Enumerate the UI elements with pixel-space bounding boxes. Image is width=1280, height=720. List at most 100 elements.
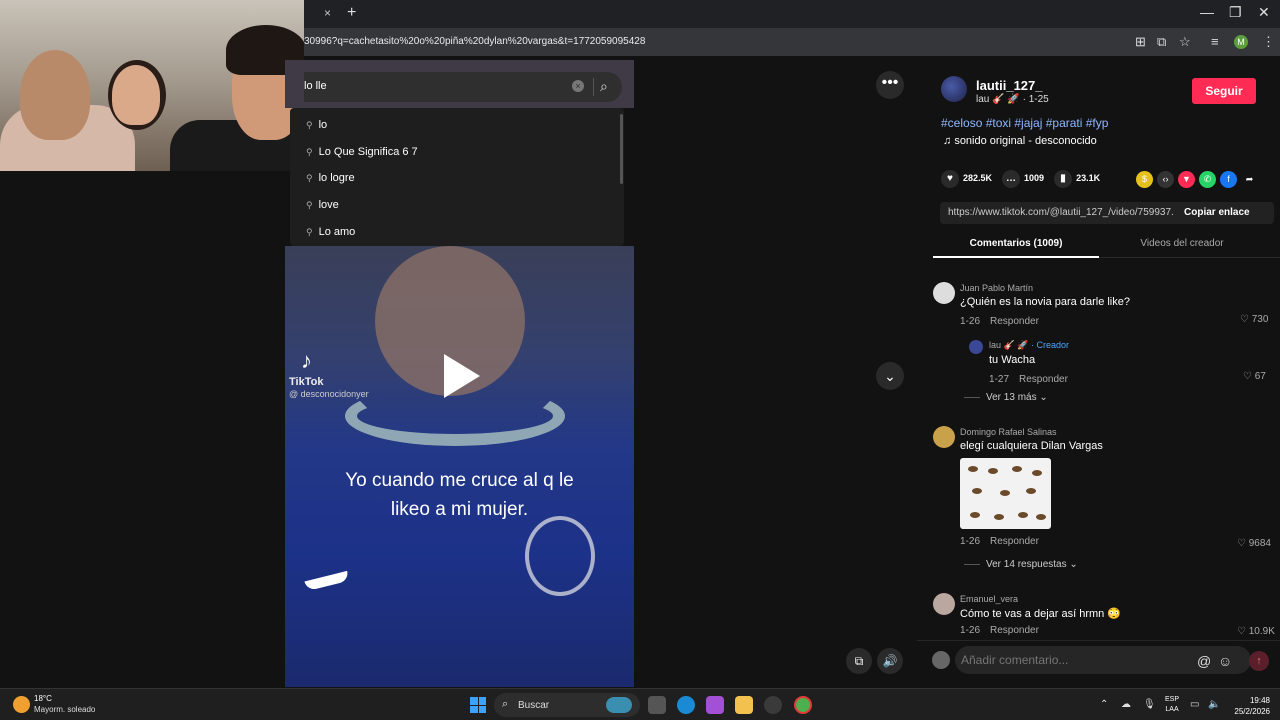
view-more-replies[interactable]: Ver 13 más ⌄ [964,392,1048,403]
send-comment-button[interactable]: ↑ [1249,651,1269,671]
commenter-avatar[interactable] [933,282,955,304]
share-arrow-icon[interactable]: ➦ [1241,171,1258,188]
search-icon[interactable]: ⌕ [600,78,608,95]
music-info[interactable]: ♫ sonido original - desconocido [943,135,1097,147]
translate-icon[interactable]: ⊞ [1135,34,1146,50]
embed-icon[interactable]: ‹› [1157,171,1174,188]
commenter-avatar[interactable] [933,593,955,615]
comment-like[interactable]: ♡ 9684 [1237,538,1271,549]
jersey-badge [525,516,595,596]
picture-in-picture-button[interactable]: ⧉ [846,648,872,674]
hashtags[interactable]: #celoso #toxi #jajaj #parati #fyp [941,116,1108,130]
comment-like[interactable]: ♡ 10.9K [1237,626,1275,637]
user-avatar [932,651,950,669]
more-options-button[interactable]: ••• [876,71,904,99]
clock-date: 25/2/2026 [1234,707,1270,716]
play-icon[interactable] [444,354,480,398]
comment-stat[interactable]: … 1009 [1002,170,1044,188]
heart-icon: ♡ [1243,371,1255,382]
start-button[interactable] [470,697,486,713]
browser-menu-icon[interactable]: ⋮ [1262,34,1275,50]
app-icon[interactable] [764,696,782,714]
install-app-icon[interactable]: ⧉ [1157,34,1166,50]
comment-author[interactable]: Domingo Rafael Salinas [960,427,1103,437]
task-view-icon[interactable] [648,696,666,714]
copy-link-button[interactable]: Copiar enlace [1184,207,1250,218]
like-stat[interactable]: ♥ 282.5K [941,170,992,188]
video-caption: Yo cuando me cruce al q le likeo a mi mu… [285,466,634,524]
coin-icon[interactable]: $ [1136,171,1153,188]
profile-avatar[interactable]: M [1234,35,1248,49]
reply-author[interactable]: lau 🎸 🚀 [989,340,1028,350]
clear-search-icon[interactable]: × [572,80,584,92]
comment-author[interactable]: Emanuel_vera [960,594,1121,604]
author-avatar[interactable] [941,76,967,102]
weather-icon[interactable] [13,696,30,713]
copilot-icon[interactable] [706,696,724,714]
suggestion-item[interactable]: ⚲ Lo Que Significa 6 7 [306,141,418,163]
show-hidden-icons[interactable]: ⌃ [1100,699,1108,710]
suggestion-item[interactable]: ⚲ Lo amo [306,221,355,243]
cloud-icon[interactable]: ☁ [1121,699,1131,710]
suggestion-label: Lo amo [318,226,356,238]
comment-meta-row: 1-26 Responder [960,528,1049,547]
save-stat[interactable]: ▮ 23.1K [1054,170,1100,188]
suggestion-scrollbar[interactable] [620,114,623,184]
volume-icon[interactable]: 🔈 [1208,699,1220,710]
suggestion-item[interactable]: ⚲ lo [306,114,327,136]
tab-creator-videos[interactable]: Videos del creador [1099,238,1265,249]
author-subtitle: lau 🎸 🚀 · 1-25 [976,94,1049,105]
search-box[interactable]: lo lle × ⌕ [304,72,622,102]
new-tab-button[interactable]: + [347,4,356,22]
follow-button[interactable]: Seguir [1192,78,1256,104]
facebook-icon[interactable]: f [1220,171,1237,188]
mention-icon[interactable]: @ [1197,653,1211,669]
comment-sticker-image[interactable] [960,458,1051,529]
next-video-button[interactable]: ⌄ [876,362,904,390]
suggestion-item[interactable]: ⚲ lo logre [306,167,355,189]
suggestion-item[interactable]: ⚲ love [306,194,339,216]
language-indicator[interactable]: ESP LAA [1165,695,1179,715]
reply-button[interactable]: Responder [990,316,1039,327]
emoji-icon[interactable]: ☺ [1218,653,1232,669]
reply-button[interactable]: Responder [990,625,1039,636]
reply-like[interactable]: ♡ 67 [1243,371,1266,382]
url-text[interactable]: 30996?q=cachetasito%20o%20piña%20dylan%2… [304,36,645,47]
commenter-avatar[interactable] [933,426,955,448]
whatsapp-icon[interactable]: ✆ [1199,171,1216,188]
author-username[interactable]: lautii_127_ [976,78,1043,93]
reading-list-icon[interactable]: ≡ [1211,34,1219,49]
send-icon[interactable]: ▼ [1178,171,1195,188]
video-link-url[interactable]: https://www.tiktok.com/@lautii_127_/vide… [948,207,1173,218]
minimize-icon[interactable]: — [1200,4,1214,20]
microphone-icon[interactable]: 🎙 [1143,699,1156,710]
file-explorer-icon[interactable] [735,696,753,714]
tab-close-button[interactable]: × [324,6,331,20]
comment-composer: @ ☺ ↑ [917,640,1280,680]
chrome-icon[interactable] [794,696,812,714]
view-more-replies[interactable]: Ver 14 respuestas ⌄ [964,559,1078,570]
bookmark-star-icon[interactable]: ☆ [1179,34,1191,50]
creator-avatar[interactable] [969,340,983,354]
taskbar-search[interactable]: ⌕ Buscar [494,693,640,717]
close-window-icon[interactable]: ✕ [1258,4,1270,21]
view-more-label: Ver 13 más [986,392,1037,403]
search-input[interactable]: lo lle [304,80,327,92]
person-head [112,65,160,125]
restore-icon[interactable]: ❐ [1229,4,1242,21]
comment-like[interactable]: ♡ 730 [1240,314,1268,325]
comment-author[interactable]: Juan Pablo Martín [960,283,1130,293]
weather-status[interactable]: Mayorm. soleado [34,705,95,714]
tab-comments[interactable]: Comentarios (1009) [933,238,1099,249]
weather-temp[interactable]: 18°C [34,694,52,703]
system-clock[interactable]: 19:48 25/2/2026 [1228,695,1270,717]
reply-button[interactable]: Responder [990,536,1039,547]
tiktok-watermark: TikTok [289,376,324,388]
video-player[interactable]: ♪ TikTok @ desconocidonyer Yo cuando me … [285,246,634,687]
reply-button[interactable]: Responder [1019,374,1068,385]
creator-tag: · Creador [1030,340,1069,350]
network-icon[interactable]: ▭ [1190,699,1199,710]
edge-icon[interactable] [677,696,695,714]
comment-text: ¿Quién es la novia para darle like? [960,296,1130,308]
volume-button[interactable]: 🔊 [877,648,903,674]
